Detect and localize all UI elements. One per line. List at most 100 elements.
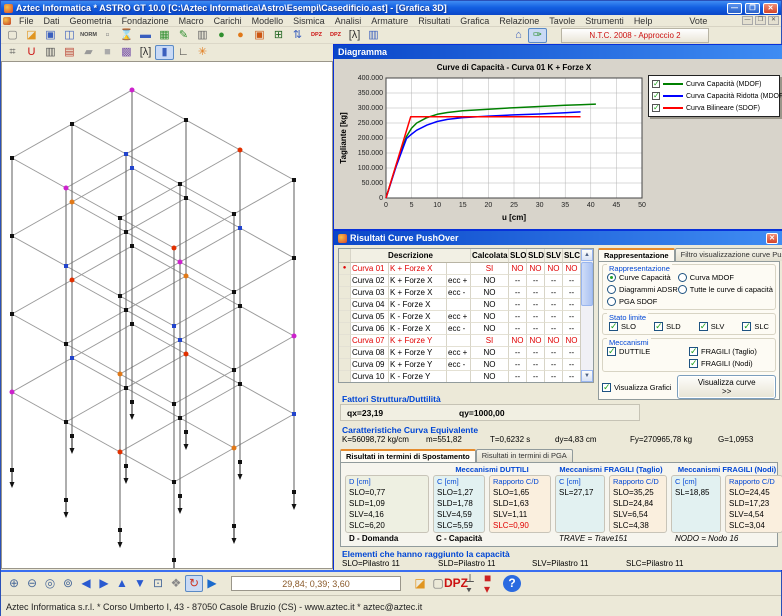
solid-view-icon[interactable]: ■ ▾ [483, 575, 501, 592]
scroll-thumb[interactable] [581, 262, 593, 306]
menu-item[interactable]: Fondazione [117, 16, 174, 26]
open-file-icon[interactable]: ◪ [22, 28, 41, 43]
checkbox-fragili-taglio[interactable]: FRAGILI (Taglio) [689, 346, 771, 357]
stato-limite-checkbox[interactable]: SLO [609, 321, 636, 332]
menu-item[interactable]: Geometria [65, 16, 117, 26]
menu-item[interactable]: Grafica [455, 16, 494, 26]
menu-item[interactable]: Strumenti [580, 16, 629, 26]
tab-risultati-spostamento[interactable]: Risultati in termini di Spostamento [340, 449, 476, 462]
menu-item[interactable]: Armature [366, 16, 413, 26]
table-row[interactable]: ● Curva 01 K + Forze X SI NO NO NO NO [339, 263, 580, 275]
render-brush-icon[interactable]: ✑ [528, 28, 547, 43]
table-row[interactable]: Curva 02 K + Forze X ecc + NO -- -- -- -… [339, 275, 580, 287]
radio-diagrammi-adsr[interactable]: Diagrammi ADSR [607, 284, 678, 295]
zoom-window-icon[interactable]: ⊡ [149, 575, 167, 592]
radio-pga-sdof[interactable]: PGA SDOF [607, 296, 678, 307]
menu-item[interactable]: Sismica [288, 16, 330, 26]
stato-limite-checkbox[interactable]: SLD [654, 321, 681, 332]
norm-icon[interactable]: NORM [79, 28, 98, 43]
menu-item[interactable]: Modello [247, 16, 289, 26]
export-dpz-icon[interactable]: DPZ [447, 575, 465, 592]
column-check-icon[interactable]: ▮ [155, 45, 174, 60]
lambda-icon[interactable]: [λ] [345, 28, 364, 43]
deck-icon[interactable]: ▬ [136, 28, 155, 43]
grid-icon[interactable]: ⊞ [269, 28, 288, 43]
table-row[interactable]: Curva 09 K + Forze Y ecc - NO -- -- -- -… [339, 359, 580, 371]
pushover-close-icon[interactable]: ✕ [766, 233, 778, 244]
frame-view-icon[interactable]: ⌗ [3, 45, 22, 60]
mdi-close-button[interactable]: ✕ [768, 16, 779, 25]
map-icon[interactable]: ▩ [117, 45, 136, 60]
table-row[interactable]: Curva 04 K - Forze X NO -- -- -- -- [339, 299, 580, 311]
menu-item[interactable]: Relazione [494, 16, 544, 26]
hourglass-icon[interactable]: ⌛ [117, 28, 136, 43]
building-3d-icon[interactable]: ⌂ [509, 28, 528, 43]
pan-right-icon[interactable]: ▶ [95, 575, 113, 592]
sphere-icon[interactable]: ● [231, 28, 250, 43]
radio-tutte-curve[interactable]: Tutte le curve di capacità [678, 284, 773, 295]
mesh-icon[interactable]: ▦ [155, 28, 174, 43]
checkbox-fragili-nodi[interactable]: FRAGILI (Nodi) [689, 358, 771, 369]
frame-section-icon[interactable]: ▥ [41, 45, 60, 60]
dpz-chart-icon[interactable]: DPZ [326, 28, 345, 43]
dpz-red-icon[interactable]: DPZ [307, 28, 326, 43]
checkbox-duttile[interactable]: DUTTILE [607, 346, 689, 357]
menu-item[interactable]: Help [629, 16, 658, 26]
legend-checkbox[interactable] [652, 92, 660, 100]
mdi-minimize-button[interactable]: — [742, 16, 753, 25]
scroll-up-icon[interactable]: ▲ [581, 249, 593, 261]
menu-item[interactable]: Tavole [544, 16, 580, 26]
scroll-down-icon[interactable]: ▼ [581, 370, 593, 382]
table-row[interactable]: Curva 05 K - Forze X ecc + NO -- -- -- -… [339, 311, 580, 323]
lambda-brackets-icon[interactable]: [λ] [136, 45, 155, 60]
mdi-restore-button[interactable]: ❐ [755, 16, 766, 25]
export-folder-icon[interactable]: ◪ [411, 575, 429, 592]
vegetation-icon[interactable]: ● [212, 28, 231, 43]
save-icon[interactable]: ▣ [41, 28, 60, 43]
selection-icon[interactable]: ▫ [98, 28, 117, 43]
zoom-out-icon[interactable]: ⊖ [23, 575, 41, 592]
pan-down-icon[interactable]: ▼ [131, 575, 149, 592]
coordinates-display[interactable] [231, 576, 401, 591]
solid-plate-icon[interactable]: ■ [98, 45, 117, 60]
dpz-axes-icon[interactable]: ⇅ [288, 28, 307, 43]
menu-item[interactable]: Dati [39, 16, 65, 26]
close-button[interactable]: ✕ [763, 3, 778, 14]
rebar-u-icon[interactable]: U [22, 45, 41, 60]
menu-item[interactable]: Carichi [209, 16, 247, 26]
menu-item-vote[interactable]: Vote [684, 16, 712, 26]
save-all-icon[interactable]: ◫ [60, 28, 79, 43]
legend-checkbox[interactable] [652, 104, 660, 112]
zoom-dynamic-icon[interactable]: ◎ [41, 575, 59, 592]
menu-item[interactable]: Analisi [330, 16, 367, 26]
frame-rebar-icon[interactable]: ▤ [60, 45, 79, 60]
table-row[interactable]: Curva 10 K - Forze Y NO -- -- -- -- [339, 371, 580, 382]
legend-checkbox[interactable] [652, 80, 660, 88]
rotate-3d-icon[interactable]: ↻ [185, 575, 203, 592]
table-row[interactable]: Curva 03 K + Forze X ecc - NO -- -- -- -… [339, 287, 580, 299]
stato-limite-checkbox[interactable]: SLC [742, 321, 769, 332]
maximize-button[interactable]: ❐ [745, 3, 760, 14]
deform-icon[interactable]: ✳ [193, 45, 212, 60]
new-file-icon[interactable]: ▢ [3, 28, 22, 43]
menu-item[interactable]: Risultati [413, 16, 455, 26]
pan-left-icon[interactable]: ◀ [77, 575, 95, 592]
pan-up-icon[interactable]: ▲ [113, 575, 131, 592]
radio-curva-mdof[interactable]: Curva MDOF [678, 272, 773, 283]
tab-rappresentazione[interactable]: Rappresentazione [598, 248, 675, 261]
histogram-icon[interactable]: ▥ [364, 28, 383, 43]
pan-hand-icon[interactable]: ❖ [167, 575, 185, 592]
solid-box-icon[interactable]: ▣ [250, 28, 269, 43]
minimize-button[interactable]: — [727, 3, 742, 14]
model-3d-view[interactable] [1, 61, 333, 569]
axes-3d-icon[interactable]: ⟂ ▾ [465, 575, 483, 592]
table-row[interactable]: Curva 08 K + Forze Y ecc + NO -- -- -- -… [339, 347, 580, 359]
checkbox-visualizza-grafici[interactable]: Visualizza Grafici [602, 382, 671, 393]
table-row[interactable]: Curva 06 K - Forze X ecc - NO -- -- -- -… [339, 323, 580, 335]
zoom-in-icon[interactable]: ⊕ [5, 575, 23, 592]
pushover-chart-icon[interactable]: ∟ [174, 45, 193, 60]
tab-risultati-pga[interactable]: Risultati in termini di PGA [476, 449, 573, 462]
plate-icon[interactable]: ▰ [79, 45, 98, 60]
table-scrollbar[interactable]: ▲ ▼ [580, 249, 593, 382]
structure-icon[interactable]: ▥ [193, 28, 212, 43]
